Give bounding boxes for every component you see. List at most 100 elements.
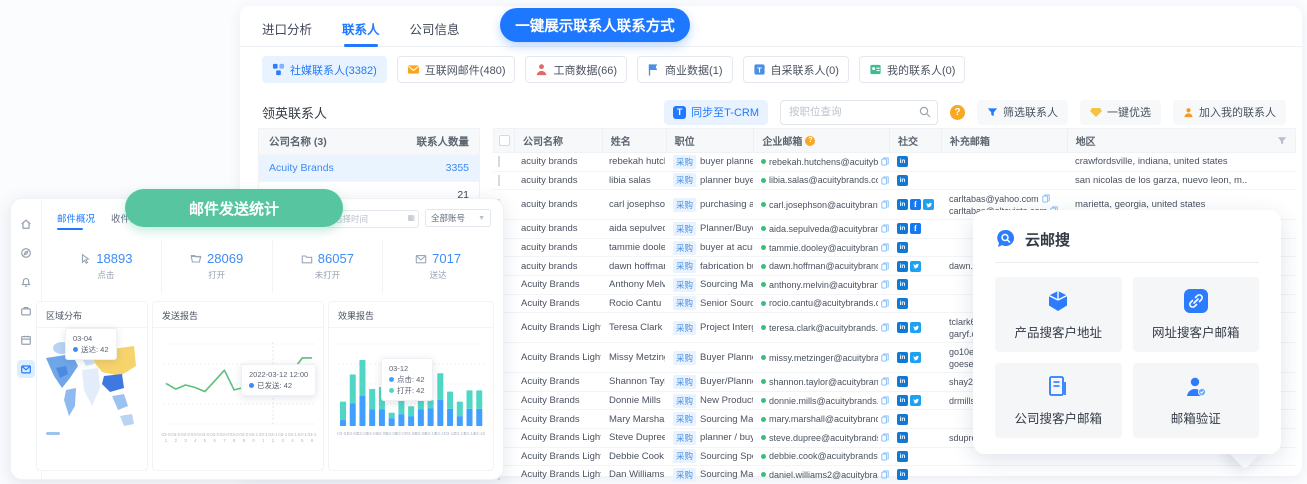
folder-open-icon <box>190 253 202 265</box>
cell-title: 采购Planner/Buyer <box>665 222 753 236</box>
svg-text:03-0: 03-0 <box>200 432 210 437</box>
linkedin-icon[interactable]: in <box>897 414 908 425</box>
procurement-tag: 采购 <box>673 296 696 310</box>
cloud-card-2[interactable]: 公司搜客户邮箱 <box>995 363 1122 438</box>
search-icon[interactable] <box>919 106 931 118</box>
linkedin-icon[interactable]: in <box>897 376 908 387</box>
twitter-icon[interactable] <box>910 395 921 406</box>
contact-row-15[interactable]: Acuity Brands Lighting Dan Williams 采购So… <box>493 466 1296 484</box>
facebook-icon[interactable]: f <box>910 223 921 234</box>
cloud-card-1[interactable]: 网址搜客户邮箱 <box>1133 277 1260 352</box>
row-checkbox[interactable] <box>498 175 500 186</box>
mail-icon[interactable] <box>17 360 35 378</box>
linkedin-icon[interactable]: in <box>897 279 908 290</box>
linkedin-icon[interactable]: in <box>897 451 908 462</box>
linkedin-icon[interactable]: in <box>897 242 908 253</box>
map-tooltip: 03-04 送达: 42 <box>65 328 117 360</box>
twitter-icon[interactable] <box>910 322 921 333</box>
row-checkbox[interactable] <box>498 156 500 167</box>
cell-name: libia salas <box>601 175 665 186</box>
linkedin-icon[interactable]: in <box>897 395 908 406</box>
compass-icon[interactable] <box>17 244 35 262</box>
cell-company: Acuity Brands <box>513 298 601 309</box>
verified-dot <box>761 472 766 477</box>
company-row-0[interactable]: Acuity Brands3355 <box>259 154 479 181</box>
linkedin-icon[interactable]: in <box>897 322 908 333</box>
calendar-icon[interactable] <box>17 331 35 349</box>
contact-count-header: 联系人数量 <box>399 134 479 149</box>
contact-row-0[interactable]: acuity brands rebekah hutchens 采购buyer p… <box>493 153 1296 172</box>
send-report-line-chart[interactable]: 03-0103-0203-0303-0403-0503-0603-0703-08… <box>156 330 320 468</box>
app-canvas: 进口分析 联系人 公司信息 社媒联系人(3382) 互联网邮件(480) 工商数据(… <box>0 0 1307 484</box>
twitter-icon[interactable] <box>910 261 921 272</box>
home-icon[interactable] <box>17 215 35 233</box>
linkedin-icon[interactable]: in <box>897 175 908 186</box>
bell-icon[interactable] <box>17 273 35 291</box>
optimize-label: 一键优选 <box>1107 104 1151 120</box>
cell-company: Acuity Brands Lighting <box>513 352 601 363</box>
source-chip-5[interactable]: 我的联系人(0) <box>859 56 965 83</box>
linkedin-icon[interactable]: in <box>897 156 908 167</box>
linkedin-icon[interactable]: in <box>897 261 908 272</box>
internet-mail-icon <box>407 63 420 76</box>
cell-social: in <box>889 469 941 480</box>
cell-company: Acuity Brands <box>513 395 601 406</box>
source-chip-4[interactable]: T自采联系人(0) <box>743 56 849 83</box>
select-all-checkbox[interactable] <box>499 135 510 146</box>
linkedin-icon[interactable]: in <box>897 199 908 210</box>
cloud-card-label: 网址搜客户邮箱 <box>1152 322 1240 341</box>
help-icon[interactable]: ? <box>950 105 965 120</box>
header-extra-email: 补充邮箱 <box>941 129 1067 152</box>
search-input[interactable] <box>780 100 938 125</box>
tab-contacts[interactable]: 联系人 <box>342 19 380 47</box>
source-chip-0[interactable]: 社媒联系人(3382) <box>262 56 387 83</box>
linkedin-icon[interactable]: in <box>897 469 908 480</box>
company-name-header: 公司名称 (3) <box>259 134 399 149</box>
twitter-icon[interactable] <box>923 199 934 210</box>
cell-email: rocio.cantu@acuitybrands.com <box>753 298 889 308</box>
source-chip-1[interactable]: 互联网邮件(480) <box>397 56 516 83</box>
line-tooltip-title: 2022-03-12 12:00 <box>249 369 308 380</box>
cell-title: 采购planner / buyer / pr <box>665 431 753 445</box>
cloud-card-label: 邮箱验证 <box>1171 408 1221 427</box>
linkedin-icon[interactable]: in <box>897 223 908 234</box>
verified-dot <box>761 301 766 306</box>
tab-company-info[interactable]: 公司信息 <box>410 19 460 47</box>
region-distribution-card: 区域分布 03-04 送达: 42 <box>36 301 148 471</box>
stat-label: 点击 <box>97 269 114 281</box>
contact-row-1[interactable]: acuity brands libia salas 采购planner buye… <box>493 172 1296 191</box>
stat-未打开: 86057未打开 <box>272 239 383 293</box>
mail-stats-row: 18893点击28069打开86057未打开7017送达 <box>51 239 493 293</box>
account-select[interactable]: 全部账号 ▼ <box>425 209 491 227</box>
linkedin-icon[interactable]: in <box>897 432 908 443</box>
cell-title: 采购Buyer/Planner <box>665 375 753 389</box>
filter-contacts-button[interactable]: 筛选联系人 <box>977 100 1068 125</box>
tab-mail-overview[interactable]: 邮件概况 <box>57 211 95 230</box>
sync-to-tcrm-button[interactable]: T 同步至T-CRM <box>664 100 768 125</box>
tab-import-analysis[interactable]: 进口分析 <box>262 19 312 47</box>
cloud-card-0[interactable]: 产品搜客户地址 <box>995 277 1122 352</box>
cell-title: 采购Sourcing Manager <box>665 468 753 482</box>
linkedin-icon[interactable]: in <box>897 352 908 363</box>
verified-dot <box>761 325 766 330</box>
facebook-icon[interactable]: f <box>910 199 921 210</box>
source-chip-2[interactable]: 工商数据(66) <box>525 56 627 83</box>
cell-company: acuity brands <box>513 223 601 234</box>
email-tip-icon[interactable]: ? <box>805 136 815 146</box>
cell-email: dawn.hoffman@acuitybrands.com <box>753 261 889 271</box>
self-collected-icon: T <box>753 63 766 76</box>
one-click-optimize-button[interactable]: 一键优选 <box>1080 100 1161 125</box>
svg-text:03-1: 03-1 <box>288 432 298 437</box>
source-chip-3[interactable]: 商业数据(1) <box>637 56 732 83</box>
region-filter-icon[interactable] <box>1277 136 1287 146</box>
sync-label: 同步至T-CRM <box>691 104 759 120</box>
cell-email: aida.sepulveda@acuitybrands.com <box>753 224 889 234</box>
divider <box>995 262 1259 263</box>
twitter-icon[interactable] <box>910 352 921 363</box>
add-to-my-contacts-button[interactable]: 加入我的联系人 <box>1173 100 1286 125</box>
cloud-card-3[interactable]: 邮箱验证 <box>1133 363 1260 438</box>
linkedin-icon[interactable]: in <box>897 298 908 309</box>
send-report-card: 发送报告 03-0103-0203-0303-0403-0503-0603-07… <box>152 301 324 471</box>
svg-text:3: 3 <box>282 438 285 443</box>
briefcase-icon[interactable] <box>17 302 35 320</box>
